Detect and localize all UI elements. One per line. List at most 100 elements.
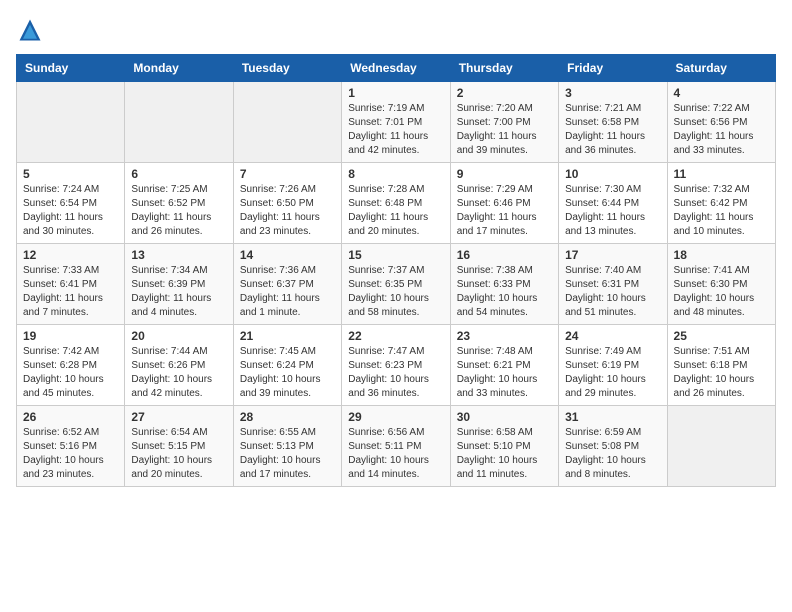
day-info: Sunrise: 7:49 AM Sunset: 6:19 PM Dayligh… [565,345,660,401]
day-number: 30 [457,410,552,424]
week-row-2: 5Sunrise: 7:24 AM Sunset: 6:54 PM Daylig… [17,163,776,244]
day-number: 2 [457,86,552,100]
day-info: Sunrise: 7:33 AM Sunset: 6:41 PM Dayligh… [23,264,118,320]
page-header [16,16,776,44]
day-number: 12 [23,248,118,262]
calendar-cell: 24 Sunrise: 7:49 AM Sunset: 6:19 PM Dayli… [559,325,667,406]
day-info: Sunrise: 6:59 AM Sunset: 5:08 PM Dayligh… [565,426,660,482]
calendar-cell: 25 Sunrise: 7:51 AM Sunset: 6:18 PM Dayli… [667,325,775,406]
day-info: Sunrise: 7:37 AM Sunset: 6:35 PM Dayligh… [348,264,443,320]
day-info: Sunrise: 7:47 AM Sunset: 6:23 PM Dayligh… [348,345,443,401]
calendar-cell: 3 Sunrise: 7:21 AM Sunset: 6:58 PM Daylig… [559,82,667,163]
day-number: 9 [457,167,552,181]
day-number: 11 [674,167,769,181]
week-row-5: 26 Sunrise: 6:52 AM Sunset: 5:16 PM Dayli… [17,406,776,487]
calendar-cell [125,82,233,163]
calendar-cell: 18 Sunrise: 7:41 AM Sunset: 6:30 PM Dayli… [667,244,775,325]
day-number: 19 [23,329,118,343]
calendar-cell: 31 Sunrise: 6:59 AM Sunset: 5:08 PM Dayli… [559,406,667,487]
weekday-header-tuesday: Tuesday [233,55,341,82]
day-info: Sunrise: 7:40 AM Sunset: 6:31 PM Dayligh… [565,264,660,320]
day-info: Sunrise: 7:38 AM Sunset: 6:33 PM Dayligh… [457,264,552,320]
calendar-cell: 12 Sunrise: 7:33 AM Sunset: 6:41 PM Dayli… [17,244,125,325]
day-number: 6 [131,167,226,181]
calendar-cell: 15 Sunrise: 7:37 AM Sunset: 6:35 PM Dayli… [342,244,450,325]
calendar-cell: 26 Sunrise: 6:52 AM Sunset: 5:16 PM Dayli… [17,406,125,487]
day-info: Sunrise: 7:34 AM Sunset: 6:39 PM Dayligh… [131,264,226,320]
day-number: 16 [457,248,552,262]
day-info: Sunrise: 7:41 AM Sunset: 6:30 PM Dayligh… [674,264,769,320]
day-number: 29 [348,410,443,424]
day-number: 4 [674,86,769,100]
day-info: Sunrise: 6:56 AM Sunset: 5:11 PM Dayligh… [348,426,443,482]
day-number: 20 [131,329,226,343]
day-info: Sunrise: 6:58 AM Sunset: 5:10 PM Dayligh… [457,426,552,482]
calendar-cell: 19 Sunrise: 7:42 AM Sunset: 6:28 PM Dayli… [17,325,125,406]
calendar-cell: 10 Sunrise: 7:30 AM Sunset: 6:44 PM Dayli… [559,163,667,244]
day-number: 18 [674,248,769,262]
calendar-cell: 14 Sunrise: 7:36 AM Sunset: 6:37 PM Dayli… [233,244,341,325]
day-info: Sunrise: 7:48 AM Sunset: 6:21 PM Dayligh… [457,345,552,401]
calendar-cell: 2 Sunrise: 7:20 AM Sunset: 7:00 PM Daylig… [450,82,558,163]
calendar-cell: 27 Sunrise: 6:54 AM Sunset: 5:15 PM Dayli… [125,406,233,487]
day-number: 17 [565,248,660,262]
week-row-3: 12 Sunrise: 7:33 AM Sunset: 6:41 PM Dayli… [17,244,776,325]
day-number: 24 [565,329,660,343]
day-number: 14 [240,248,335,262]
calendar-cell: 4 Sunrise: 7:22 AM Sunset: 6:56 PM Daylig… [667,82,775,163]
calendar-cell [17,82,125,163]
weekday-header-row: SundayMondayTuesdayWednesdayThursdayFrid… [17,55,776,82]
weekday-header-saturday: Saturday [667,55,775,82]
day-info: Sunrise: 7:51 AM Sunset: 6:18 PM Dayligh… [674,345,769,401]
calendar-cell: 1Sunrise: 7:19 AM Sunset: 7:01 PM Daylig… [342,82,450,163]
weekday-header-sunday: Sunday [17,55,125,82]
day-info: Sunrise: 7:32 AM Sunset: 6:42 PM Dayligh… [674,183,769,239]
calendar-cell: 17 Sunrise: 7:40 AM Sunset: 6:31 PM Dayli… [559,244,667,325]
day-number: 21 [240,329,335,343]
day-number: 25 [674,329,769,343]
day-info: Sunrise: 7:30 AM Sunset: 6:44 PM Dayligh… [565,183,660,239]
day-number: 27 [131,410,226,424]
day-number: 15 [348,248,443,262]
day-number: 31 [565,410,660,424]
calendar-cell: 20 Sunrise: 7:44 AM Sunset: 6:26 PM Dayli… [125,325,233,406]
day-info: Sunrise: 7:26 AM Sunset: 6:50 PM Dayligh… [240,183,335,239]
calendar-cell [667,406,775,487]
day-info: Sunrise: 7:21 AM Sunset: 6:58 PM Dayligh… [565,102,660,158]
day-info: Sunrise: 6:52 AM Sunset: 5:16 PM Dayligh… [23,426,118,482]
day-info: Sunrise: 7:44 AM Sunset: 6:26 PM Dayligh… [131,345,226,401]
day-number: 13 [131,248,226,262]
day-info: Sunrise: 7:42 AM Sunset: 6:28 PM Dayligh… [23,345,118,401]
day-info: Sunrise: 7:29 AM Sunset: 6:46 PM Dayligh… [457,183,552,239]
calendar-cell: 7Sunrise: 7:26 AM Sunset: 6:50 PM Daylig… [233,163,341,244]
day-info: Sunrise: 7:20 AM Sunset: 7:00 PM Dayligh… [457,102,552,158]
day-number: 26 [23,410,118,424]
day-info: Sunrise: 6:54 AM Sunset: 5:15 PM Dayligh… [131,426,226,482]
calendar-cell: 6 Sunrise: 7:25 AM Sunset: 6:52 PM Daylig… [125,163,233,244]
calendar-cell: 8Sunrise: 7:28 AM Sunset: 6:48 PM Daylig… [342,163,450,244]
day-number: 3 [565,86,660,100]
day-info: Sunrise: 7:22 AM Sunset: 6:56 PM Dayligh… [674,102,769,158]
weekday-header-wednesday: Wednesday [342,55,450,82]
day-info: Sunrise: 6:55 AM Sunset: 5:13 PM Dayligh… [240,426,335,482]
day-info: Sunrise: 7:28 AM Sunset: 6:48 PM Dayligh… [348,183,443,239]
calendar-cell: 22 Sunrise: 7:47 AM Sunset: 6:23 PM Dayli… [342,325,450,406]
weekday-header-friday: Friday [559,55,667,82]
calendar-cell: 9 Sunrise: 7:29 AM Sunset: 6:46 PM Daylig… [450,163,558,244]
day-info: Sunrise: 7:25 AM Sunset: 6:52 PM Dayligh… [131,183,226,239]
weekday-header-thursday: Thursday [450,55,558,82]
day-number: 10 [565,167,660,181]
calendar-cell: 23Sunrise: 7:48 AM Sunset: 6:21 PM Dayli… [450,325,558,406]
day-number: 22 [348,329,443,343]
day-number: 1 [348,86,443,100]
day-info: Sunrise: 7:45 AM Sunset: 6:24 PM Dayligh… [240,345,335,401]
logo [16,16,48,44]
calendar-cell: 11 Sunrise: 7:32 AM Sunset: 6:42 PM Dayli… [667,163,775,244]
day-info: Sunrise: 7:24 AM Sunset: 6:54 PM Dayligh… [23,183,118,239]
calendar-cell: 28Sunrise: 6:55 AM Sunset: 5:13 PM Dayli… [233,406,341,487]
calendar-cell [233,82,341,163]
day-info: Sunrise: 7:36 AM Sunset: 6:37 PM Dayligh… [240,264,335,320]
calendar-table: SundayMondayTuesdayWednesdayThursdayFrid… [16,54,776,487]
calendar-cell: 13 Sunrise: 7:34 AM Sunset: 6:39 PM Dayli… [125,244,233,325]
calendar-cell: 5Sunrise: 7:24 AM Sunset: 6:54 PM Daylig… [17,163,125,244]
